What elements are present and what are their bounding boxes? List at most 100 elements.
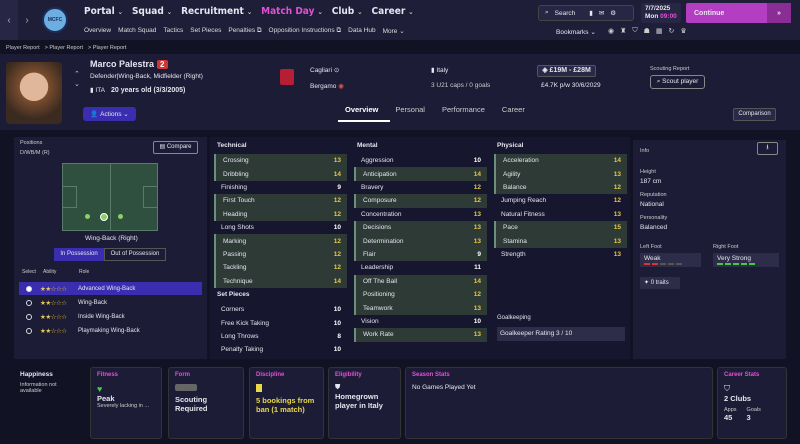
tab-performance[interactable]: Performance [442,105,485,114]
attribute-row[interactable]: Crossing 13 [214,154,347,168]
nav-career[interactable]: Career ⌄ [372,6,414,17]
trophy-icon[interactable]: ♜ [620,27,626,35]
season-stats-card[interactable]: Season Stats No Games Played Yet [405,367,713,439]
attribute-row[interactable]: Teamwork 13 [354,301,487,315]
gear-icon[interactable]: ⚙ [610,9,616,17]
comparison-button[interactable]: Comparison [733,108,776,121]
subnav-match-squad[interactable]: Match Squad [118,27,156,35]
attribute-row[interactable]: Aggression 10 [354,154,487,167]
attribute-row[interactable]: Tackling 12 [214,261,347,275]
radio[interactable] [26,313,32,320]
in-possession-tab[interactable]: In Possession [54,248,104,261]
breadcrumb-item[interactable]: Player Report [49,45,83,51]
attribute-row[interactable]: Leadership 11 [354,261,487,274]
form-card[interactable]: Form Scouting Required [168,367,244,439]
attribute-row[interactable]: Acceleration 14 [494,154,627,168]
attribute-row[interactable]: Vision 10 [354,315,487,328]
search-button[interactable]: ⌕ Search ▮ ✉ ⚙ [538,5,634,21]
actions-button[interactable]: 👤 Actions ⌄ [83,107,136,121]
bookmarks-dropdown[interactable]: Bookmarks ⌄ [556,28,596,36]
nav-portal[interactable]: Portal ⌄ [84,6,123,17]
eligibility-card[interactable]: Eligibility ⛊ Homegrown player in Italy [328,367,401,439]
nav-matchday[interactable]: Match Day ⌄ [261,6,323,17]
attribute-row[interactable]: Flair 9 [354,247,487,262]
inbox-icon[interactable]: ✉ [599,9,604,17]
attribute-row[interactable]: First Touch 12 [214,194,347,208]
refresh-icon[interactable]: ↻ [669,27,675,35]
subnav-overview[interactable]: Overview [84,27,111,35]
forward-button[interactable]: › [18,0,36,40]
role-row[interactable]: ★★☆☆☆ Inside Wing-Back [19,310,202,323]
traits-button[interactable]: ✦ 0 traits [640,277,680,289]
attribute-row[interactable]: Jumping Reach 12 [494,194,627,207]
breadcrumb-item[interactable]: Player Report [6,45,40,51]
attribute-row[interactable]: Finishing 9 [214,181,347,194]
attribute-row[interactable]: Composure 12 [354,194,487,208]
attribute-row[interactable]: Off The Ball 14 [354,274,487,288]
attribute-value: 13 [333,157,341,165]
nav-club[interactable]: Club ⌄ [332,6,363,17]
attribute-row[interactable]: Corners 10 [214,303,347,316]
subnav-tactics[interactable]: Tactics [163,27,183,35]
attribute-row[interactable]: Passing 12 [214,247,347,262]
career-stats-card[interactable]: Career Stats ⛉ 2 Clubs Apps 45 Goals 3 [717,367,787,439]
people-icon[interactable]: ☗ [644,27,650,35]
subnav-set-pieces[interactable]: Set Pieces [190,27,221,35]
attribute-row[interactable]: Dribbling 14 [214,167,347,181]
back-button[interactable]: ‹ [0,0,18,40]
fast-forward-icon[interactable]: » [767,3,791,23]
discipline-card[interactable]: Discipline 5 bookings from ban (1 match) [249,367,324,439]
nav-recruitment[interactable]: Recruitment ⌄ [181,6,252,17]
subnav-data-hub[interactable]: Data Hub [348,27,375,35]
attribute-row[interactable]: Determination 13 [354,234,487,248]
search-label: Search [554,9,576,17]
out-of-possession-tab[interactable]: Out of Possession [104,248,166,261]
club-logo[interactable]: MCFC [42,7,68,33]
attribute-row[interactable]: Long Shots 10 [214,221,347,234]
attribute-row[interactable]: Penalty Taking 10 [214,343,347,356]
shirt-icon[interactable]: ⛉ [632,27,637,35]
fitness-card[interactable]: Fitness ♥ Peak Severely lacking in ... [90,367,162,439]
attribute-row[interactable]: Technique 14 [214,274,347,288]
club-name[interactable]: Cagliari ⊙ [310,66,339,74]
attribute-row[interactable]: Marking 12 [214,234,347,248]
attribute-row[interactable]: Stamina 13 [494,234,627,248]
tab-personal[interactable]: Personal [395,105,425,114]
attribute-row[interactable]: Work Rate 13 [354,328,487,342]
attribute-row[interactable]: Strength 13 [494,248,627,261]
tab-career[interactable]: Career [502,105,525,114]
attribute-row[interactable]: Free Kick Taking 10 [214,316,347,329]
attribute-row[interactable]: Anticipation 14 [354,167,487,181]
attribute-row[interactable]: Heading 12 [214,207,347,221]
radio-selected[interactable] [26,285,32,292]
attribute-row[interactable]: Bravery 12 [354,181,487,194]
continue-button[interactable]: Continue » [686,3,791,23]
role-row[interactable]: ★★☆☆☆ Advanced Wing-Back [19,282,202,295]
chat-icon[interactable]: ◉ [608,27,614,35]
subnav-opposition[interactable]: Opposition Instructions ⧉ [269,27,342,35]
attribute-row[interactable]: Pace 15 [494,221,627,235]
subnav-more[interactable]: More ⌄ [383,27,405,35]
role-row[interactable]: ★★☆☆☆ Playmaking Wing-Back [19,324,202,337]
scout-player-button[interactable]: ⌕ Scout player [650,75,705,89]
radio[interactable] [26,299,32,306]
attribute-row[interactable]: Natural Fitness 13 [494,208,627,221]
attribute-row[interactable]: Balance 12 [494,180,627,195]
bookmark-icon[interactable]: ▮ [589,9,593,17]
attribute-row[interactable]: Concentration 13 [354,208,487,221]
tab-overview[interactable]: Overview [345,105,378,114]
attribute-row[interactable]: Agility 13 [494,167,627,181]
attribute-row[interactable]: Positioning 12 [354,288,487,302]
subnav-penalties[interactable]: Penalties ⧉ [228,27,261,35]
calendar-icon[interactable]: ▦ [656,27,663,35]
radio[interactable] [26,327,32,334]
attribute-row[interactable]: Long Throws 8 [214,330,347,343]
compare-button[interactable]: ▤ Compare [153,141,198,154]
attribute-row[interactable]: Decisions 13 [354,221,487,235]
role-row[interactable]: ★★☆☆☆ Wing-Back [19,296,202,309]
nav-squad[interactable]: Squad ⌄ [132,6,172,17]
cup-icon[interactable]: ♛ [680,27,686,35]
download-icon[interactable]: ⭳ [757,142,778,155]
club-crest-icon[interactable] [280,69,294,85]
player-nav-arrows[interactable]: ⌃ ⌄ [74,70,80,90]
